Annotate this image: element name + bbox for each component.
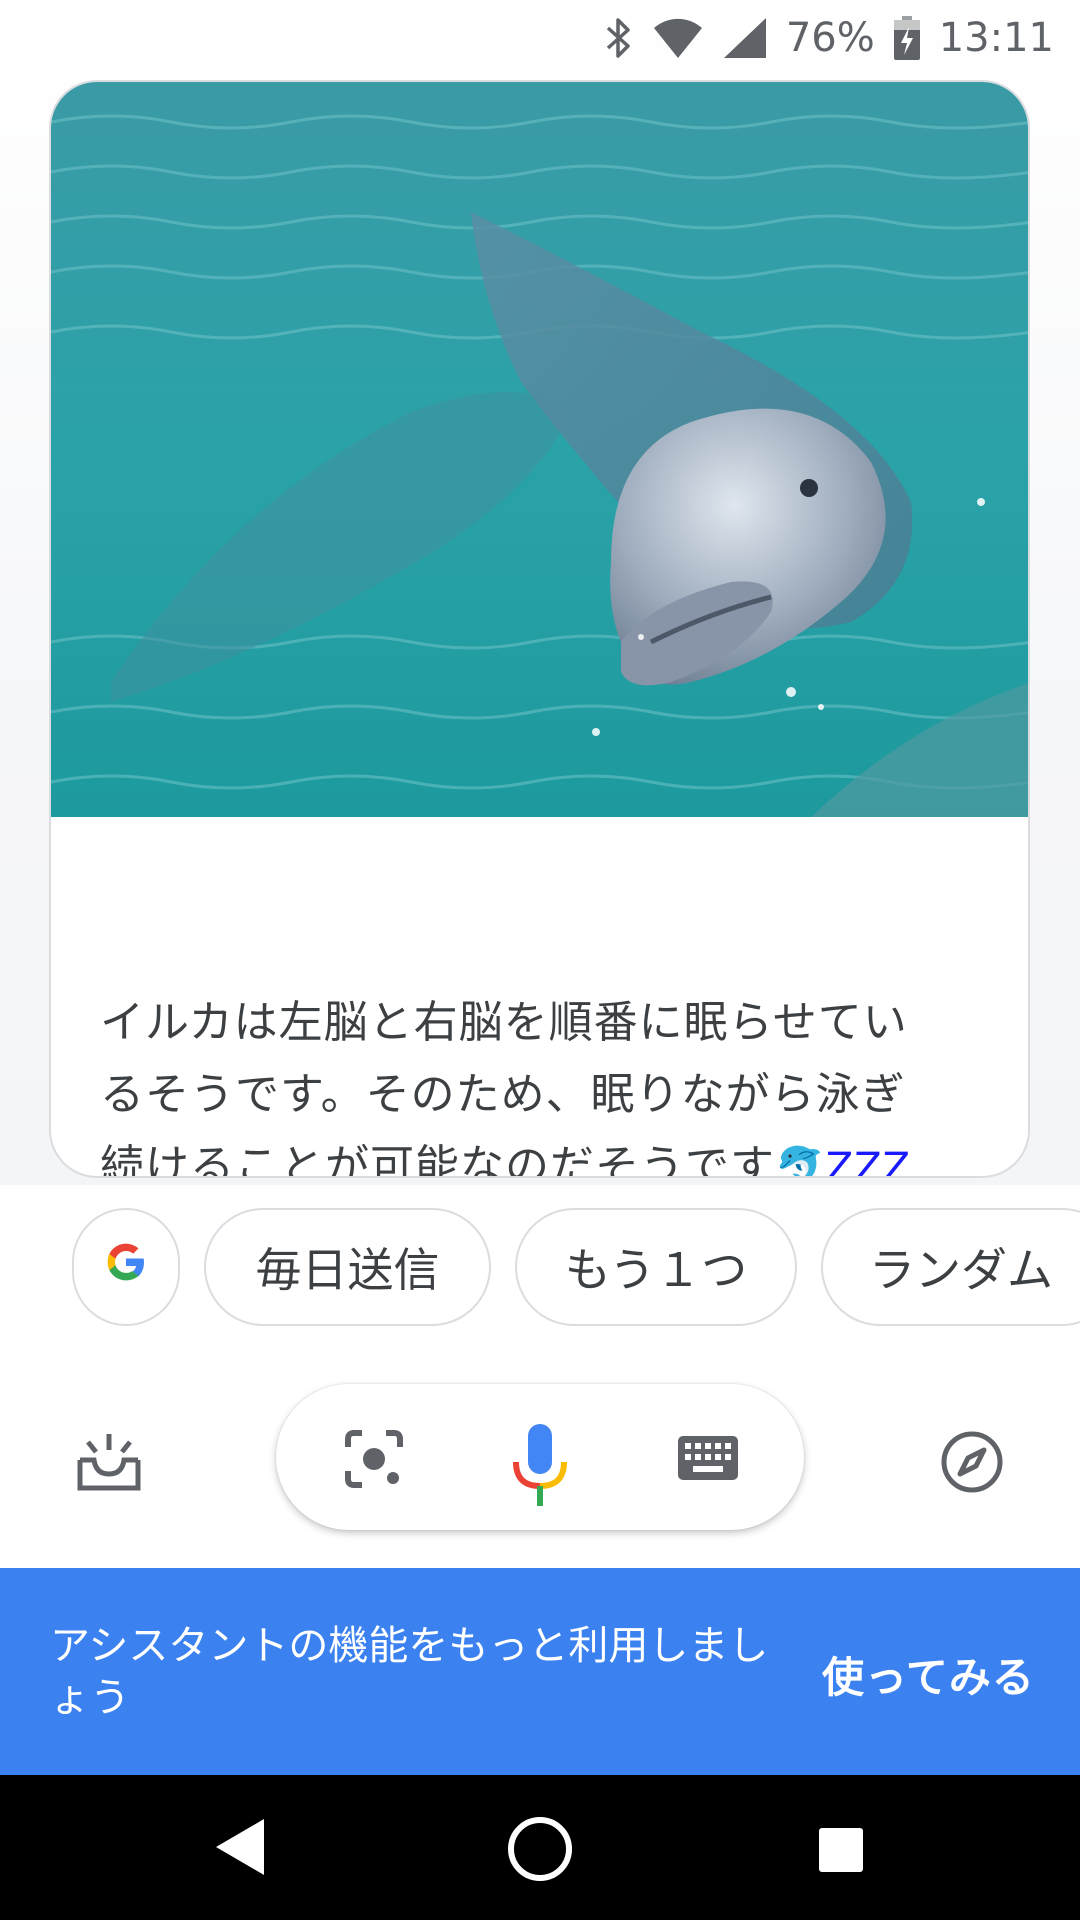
home-icon[interactable] (506, 1815, 574, 1887)
dolphin-photo (51, 82, 1028, 817)
google-icon (104, 1240, 148, 1295)
promo-banner-text: アシスタントの機能をもっと利用しましょう (50, 1623, 769, 1721)
signal-icon (722, 16, 768, 60)
mic-icon[interactable] (508, 1422, 572, 1508)
fact-card[interactable]: イルカは左脳と右脳を順番に眠らせてい るそうです。そのため、眠りながら泳ぎ 続け… (49, 80, 1030, 1178)
compass-icon[interactable] (940, 1430, 1004, 1494)
wifi-icon (652, 16, 704, 60)
fact-text-line: るそうです。そのため、眠りながら泳ぎ (100, 1069, 906, 1120)
fact-text-line: 続けることが可能なのだそうです🐬ZZZ (100, 1131, 1000, 1178)
fact-text-line: イルカは左脳と右脳を順番に眠らせてい (100, 997, 908, 1048)
bluetooth-icon (604, 16, 634, 60)
chip-one-more[interactable]: もう１つ (515, 1208, 797, 1326)
recent-apps-icon[interactable] (818, 1827, 864, 1877)
input-pill (276, 1384, 804, 1530)
navigation-bar (0, 1775, 1080, 1920)
updates-tray-icon[interactable] (74, 1430, 144, 1494)
battery-charging-icon (893, 15, 921, 61)
try-it-button[interactable]: 使ってみる (822, 1644, 1035, 1705)
back-icon[interactable] (212, 1817, 266, 1881)
suggestion-chips: 毎日送信 もう１つ ランダム (72, 1208, 1080, 1328)
dolphin-zzz-emoji: 🐬ZZZ (775, 1145, 912, 1178)
fact-text: イルカは左脳と右脳を順番に眠らせてい るそうです。そのため、眠りながら泳ぎ 続け… (100, 987, 1000, 1178)
clock: 13:11 (938, 14, 1054, 61)
chip-daily-send[interactable]: 毎日送信 (204, 1208, 491, 1326)
lens-icon[interactable] (344, 1429, 404, 1489)
fact-text-line3: 続けることが可能なのだそうです (100, 1141, 775, 1178)
chip-random[interactable]: ランダム (821, 1208, 1080, 1326)
assistant-toolbar (0, 1380, 1080, 1540)
battery-percent: 76% (785, 14, 875, 61)
keyboard-icon[interactable] (676, 1434, 740, 1482)
google-search-chip[interactable] (72, 1208, 180, 1326)
promo-banner: アシスタントの機能をもっと利用しましょう 使ってみる (0, 1568, 1080, 1775)
status-bar: 76% 13:11 (0, 0, 1080, 75)
